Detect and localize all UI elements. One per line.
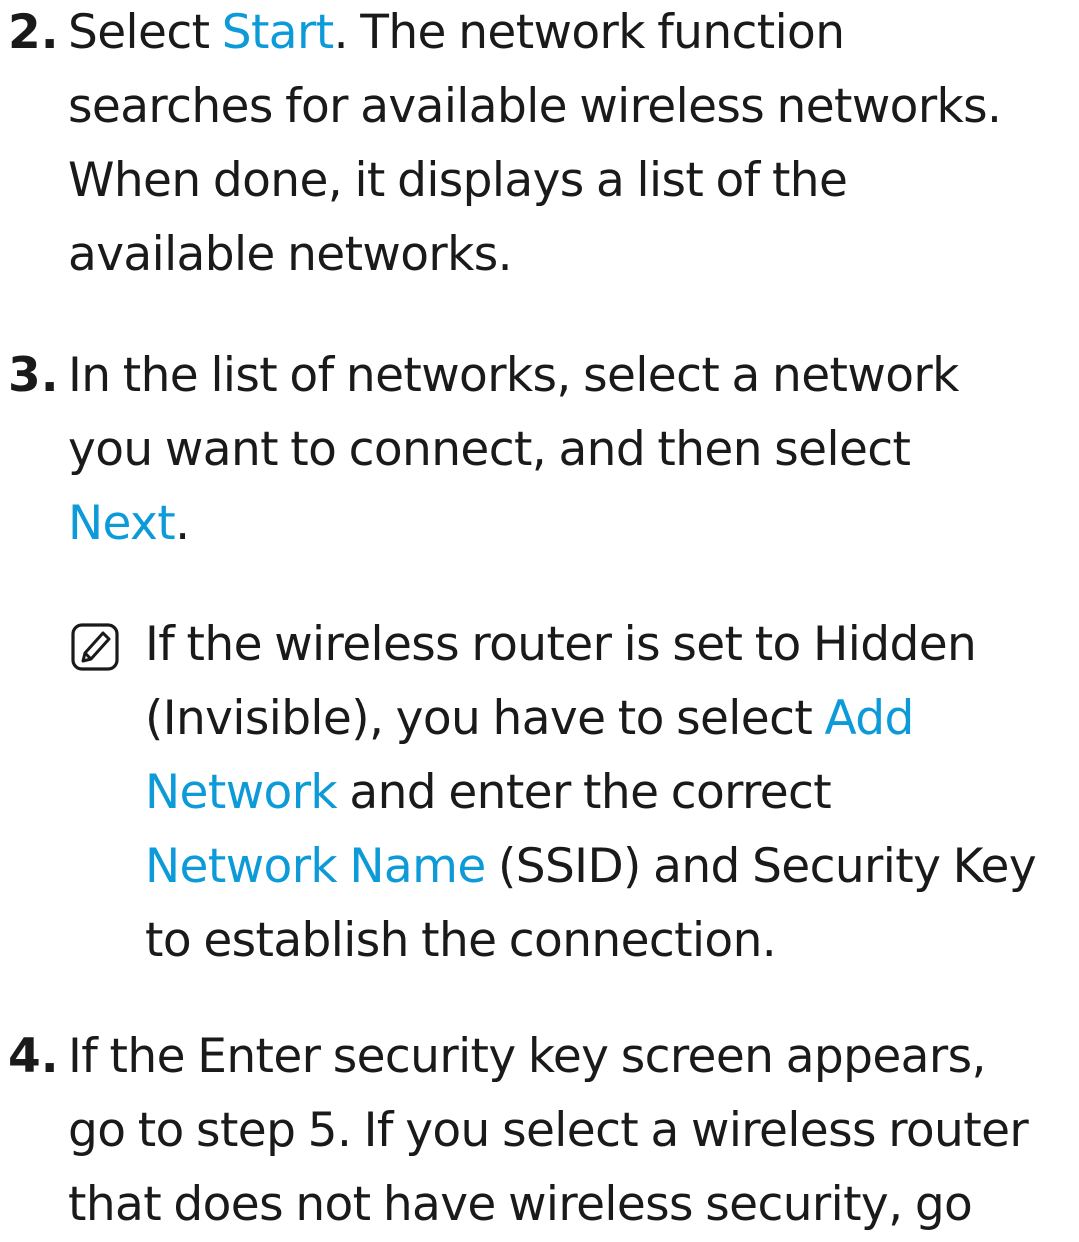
- start-link[interactable]: Start: [222, 5, 334, 60]
- network-name-link[interactable]: Network Name: [145, 839, 486, 894]
- note-line: (Invisible), you have to select Add: [145, 682, 1075, 756]
- step-line: available networks.: [68, 227, 513, 282]
- next-link[interactable]: Next: [68, 496, 176, 551]
- add-network-link[interactable]: Add: [825, 691, 915, 746]
- step-line: When done, it displays a list of the: [68, 153, 848, 208]
- add-network-link-cont[interactable]: Network: [145, 765, 338, 820]
- text-run: (SSID) and Security Key: [485, 839, 1037, 894]
- step-text: If the Enter security key screen appears…: [68, 1020, 1073, 1242]
- text-run: . The network function: [333, 5, 845, 60]
- note-line: Network Name (SSID) and Security Key: [145, 830, 1075, 904]
- step-line: searches for available wireless networks…: [68, 79, 1002, 134]
- step-line: go to step 5. If you select a wireless r…: [68, 1103, 1029, 1158]
- step-line: If the Enter security key screen appears…: [68, 1029, 986, 1084]
- step-text: Select Start. The network function searc…: [68, 0, 1073, 292]
- text-run: .: [175, 496, 190, 551]
- step-text: In the list of networks, select a networ…: [68, 339, 1073, 561]
- step-number: 4.: [8, 1029, 59, 1084]
- note-line: Network and enter the correct: [145, 756, 1075, 830]
- note-pencil-icon: [71, 623, 119, 671]
- step-number: 3.: [8, 348, 59, 403]
- text-run: (Invisible), you have to select: [145, 691, 825, 746]
- step-line: that does not have wireless security, go: [68, 1177, 973, 1232]
- step-line: In the list of networks, select a networ…: [68, 348, 959, 403]
- manual-page: 2. Select Start. The network function se…: [0, 0, 1079, 1236]
- step-line: Select Start. The network function: [68, 0, 1073, 70]
- note-text: If the wireless router is set to Hidden …: [145, 608, 1075, 978]
- step-number: 2.: [8, 5, 59, 60]
- note-line: to establish the connection.: [145, 913, 777, 968]
- step-line: you want to connect, and then select: [68, 422, 911, 477]
- text-run: Select: [68, 5, 222, 60]
- note-line: If the wireless router is set to Hidden: [145, 617, 977, 672]
- step-line: Next.: [68, 487, 1073, 561]
- text-run: and enter the correct: [337, 765, 832, 820]
